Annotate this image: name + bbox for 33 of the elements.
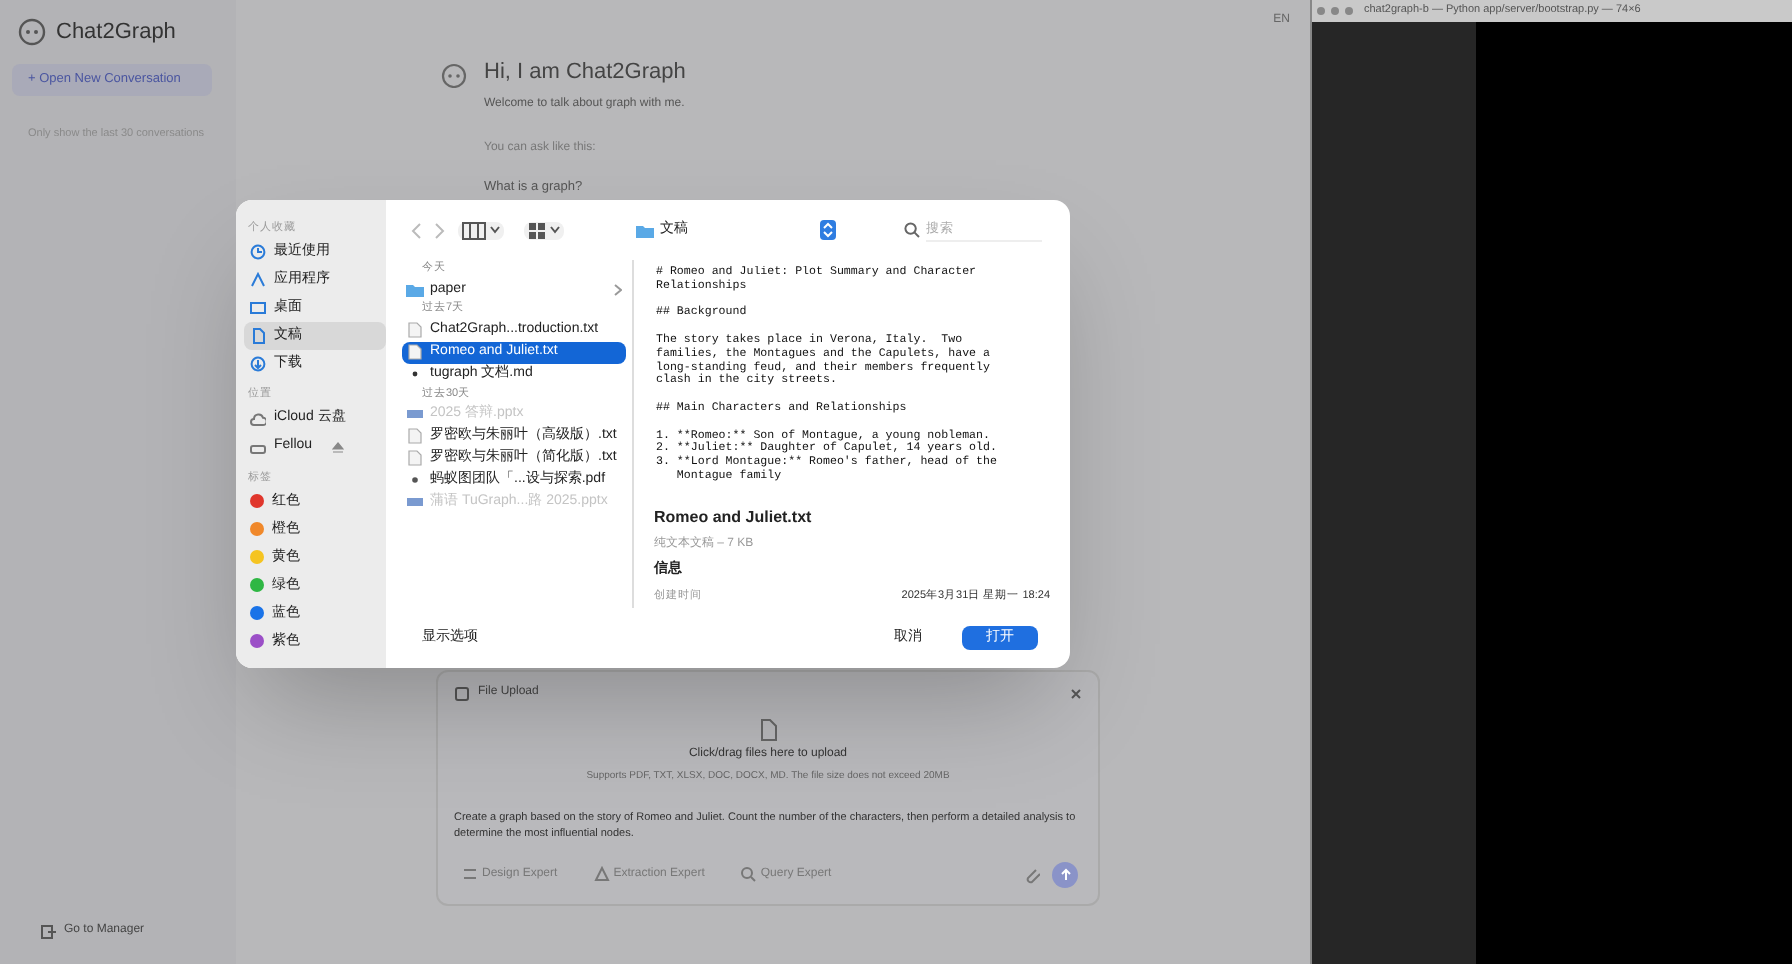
eject-icon — [332, 441, 345, 453]
download-icon — [250, 356, 266, 373]
search-icon — [904, 222, 920, 238]
chevron-right-icon — [614, 283, 622, 296]
chevron-icon — [490, 226, 500, 234]
view-grid-button[interactable] — [524, 221, 564, 239]
robot-icon — [16, 18, 48, 47]
columns-icon — [462, 221, 486, 239]
paperclip-icon — [1024, 865, 1040, 883]
close-icon — [1070, 687, 1082, 699]
back-icon — [410, 221, 422, 239]
clock-icon — [250, 244, 266, 261]
arrow-up-icon — [1059, 868, 1071, 880]
chevron-icon — [550, 226, 560, 234]
forward-icon — [434, 221, 446, 239]
robot-icon — [440, 60, 468, 88]
view-columns-button[interactable] — [458, 221, 504, 239]
window-controls-icon — [1316, 6, 1356, 16]
send-button[interactable] — [1052, 861, 1078, 887]
doc-icon — [250, 328, 266, 345]
folder-icon — [406, 281, 424, 298]
exit-icon — [40, 923, 56, 939]
folder-icon — [636, 223, 654, 237]
app-logo-text: Chat2Graph — [56, 18, 176, 48]
desktop-icon — [250, 300, 266, 317]
grid-icon — [528, 221, 546, 239]
file-name: Romeo and Juliet.txt — [654, 506, 814, 530]
greeting-title: Hi, I am Chat2Graph — [484, 58, 686, 88]
cloud-icon — [250, 411, 266, 427]
drive-icon — [250, 439, 266, 455]
query-icon — [740, 866, 757, 882]
stepper-icon — [820, 220, 836, 240]
file-icon — [758, 718, 778, 742]
